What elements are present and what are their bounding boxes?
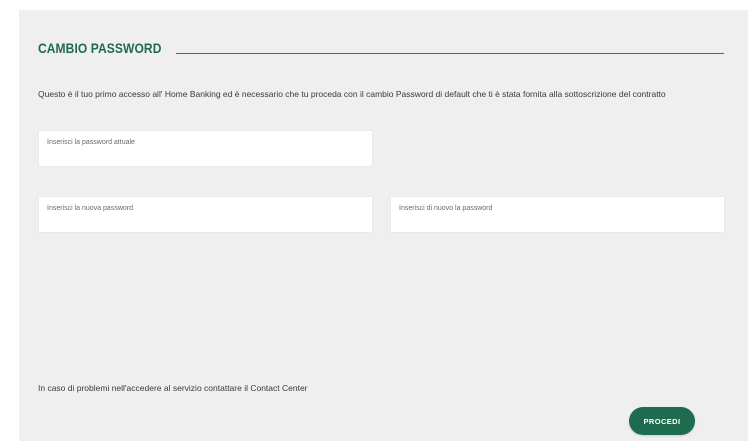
new-password-placeholder: Inserisci la nuova password <box>47 205 133 212</box>
section-header: CAMBIO PASSWORD <box>38 40 724 64</box>
procedi-button[interactable]: PROCEDI <box>629 407 695 435</box>
intro-text: Questo è il tuo primo accesso all' Home … <box>38 89 666 99</box>
title-divider <box>176 53 724 54</box>
current-password-placeholder: Inserisci la password attuale <box>47 139 135 146</box>
confirm-password-field[interactable]: Inserisci di nuovo la password <box>390 196 725 233</box>
change-password-panel: CAMBIO PASSWORD Questo è il tuo primo ac… <box>19 10 748 441</box>
page-title: CAMBIO PASSWORD <box>38 40 162 56</box>
help-text: In caso di problemi nell'accedere al ser… <box>38 383 308 393</box>
new-password-field[interactable]: Inserisci la nuova password <box>38 196 373 233</box>
current-password-field[interactable]: Inserisci la password attuale <box>38 130 373 167</box>
confirm-password-placeholder: Inserisci di nuovo la password <box>399 205 493 212</box>
